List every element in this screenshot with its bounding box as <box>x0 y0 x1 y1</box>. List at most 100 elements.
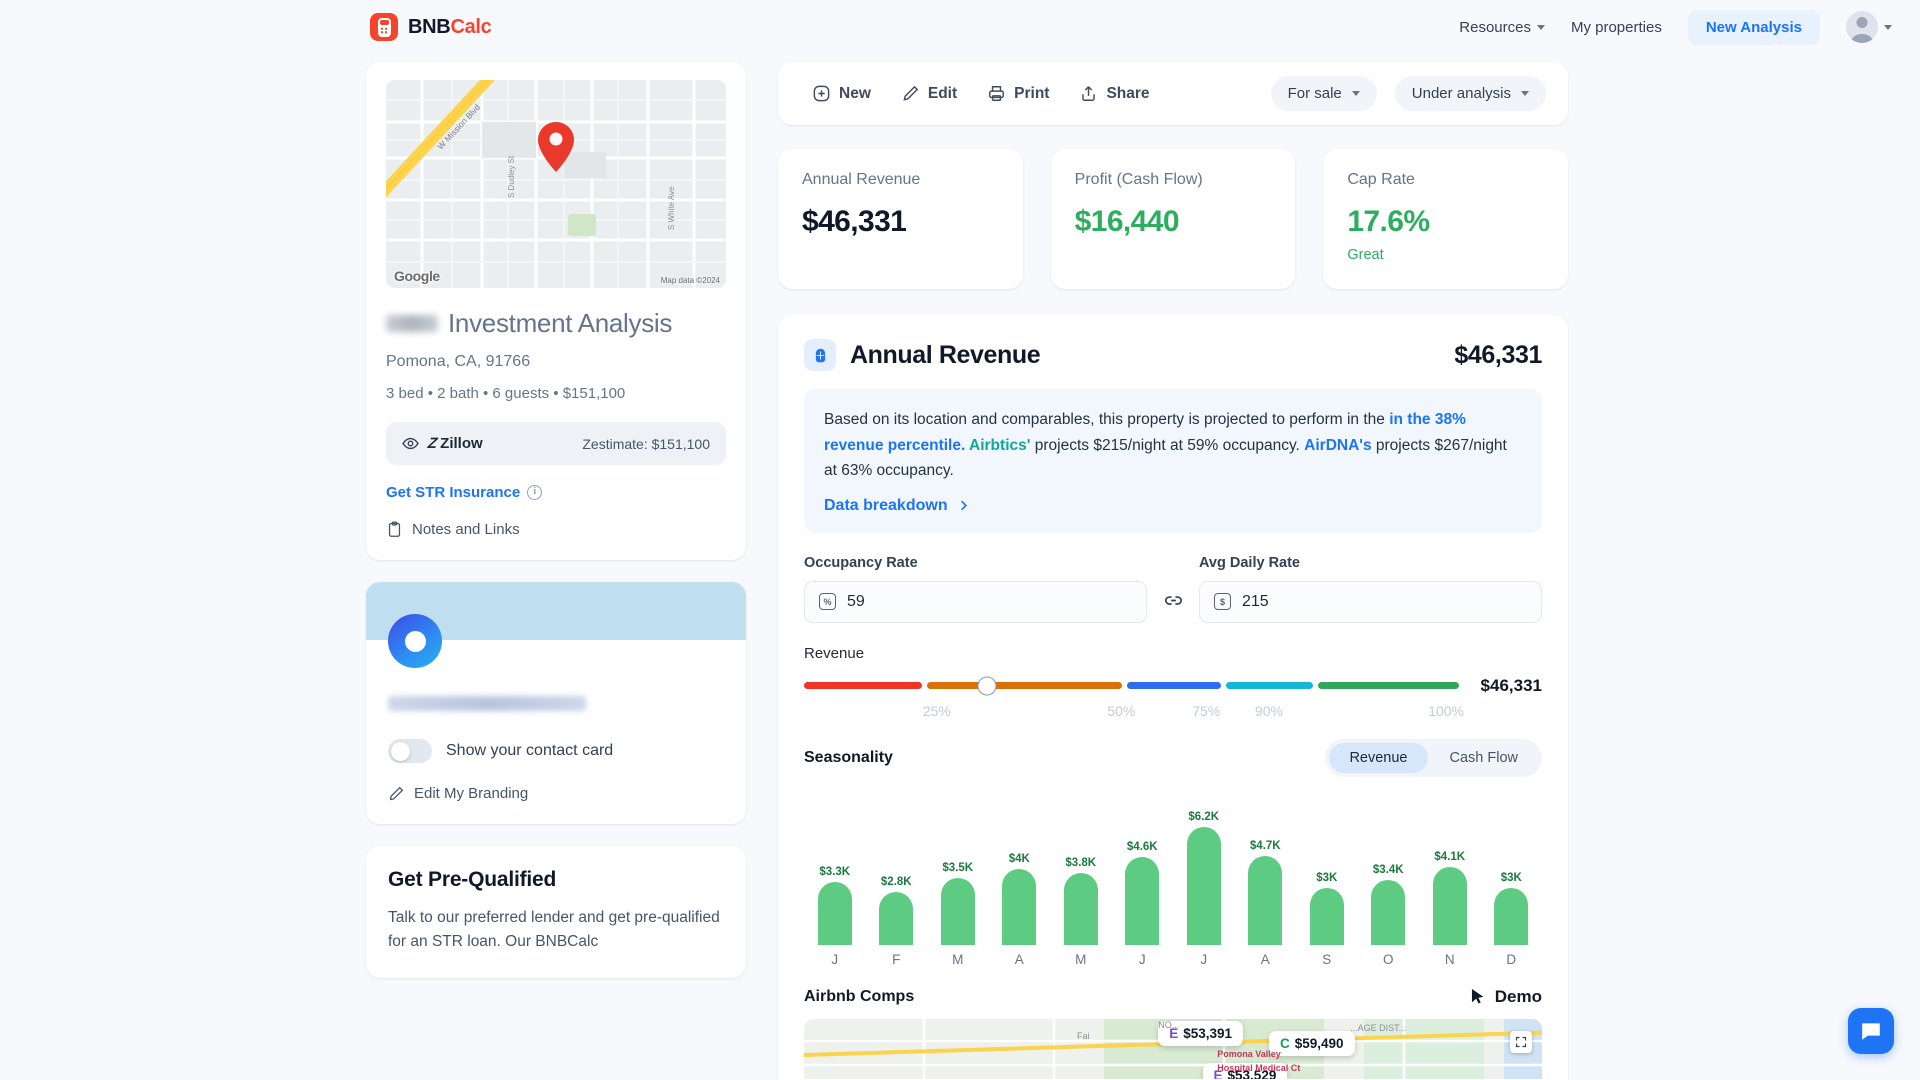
panel-header: Annual Revenue $46,331 <box>804 339 1542 371</box>
axis-label: A <box>1260 951 1270 967</box>
notes-and-links-row[interactable]: Notes and Links <box>386 521 726 538</box>
kpi-value: 17.6% <box>1347 205 1430 238</box>
bar-value-label: $3.5K <box>942 861 974 874</box>
comps-map[interactable]: E $53,391 C $59,490 E $53,529 Pomona Val… <box>804 1018 1542 1079</box>
bar[interactable] <box>940 877 975 945</box>
revenue-slider[interactable]: $46,331 <box>804 676 1542 696</box>
bar[interactable] <box>1063 872 1098 945</box>
for-sale-dropdown[interactable]: For sale <box>1270 76 1377 111</box>
axis-label: M <box>952 951 964 967</box>
seasonality-header: Seasonality Revenue Cash Flow <box>804 738 1542 777</box>
bar[interactable] <box>1309 887 1344 945</box>
axis-label: F <box>892 951 901 967</box>
toggle-label: Show your contact card <box>446 742 614 759</box>
bar[interactable] <box>1371 879 1406 945</box>
branding-card: Show your contact card Edit My Branding <box>366 582 746 824</box>
bar[interactable] <box>1125 856 1160 945</box>
bar[interactable] <box>1494 887 1529 945</box>
left-sidebar: W Mission Blvd S Dudley St S White Ave G… <box>366 62 746 1000</box>
app-header: BNBCalc Resources My properties New Anal… <box>0 0 1920 54</box>
main-content: New Edit Print Share For sale Under anal… <box>778 62 1569 1080</box>
toggle-switch[interactable] <box>388 739 432 763</box>
zillow-z-glyph: Z <box>426 435 439 452</box>
axis-label: J <box>1200 951 1208 967</box>
tab-revenue[interactable]: Revenue <box>1329 742 1428 773</box>
slider-thumb[interactable] <box>977 676 997 696</box>
nav-item-resources[interactable]: Resources <box>1459 19 1545 36</box>
page-body: W Mission Blvd S Dudley St S White Ave G… <box>0 54 1920 1080</box>
for-sale-label: For sale <box>1287 85 1342 102</box>
airbnb-comps-header: Airbnb Comps Demo <box>804 987 1542 1007</box>
slider-segment-0 <box>804 682 922 690</box>
link-icon <box>1164 595 1182 605</box>
google-watermark: Google <box>394 268 440 284</box>
under-analysis-dropdown[interactable]: Under analysis <box>1394 76 1546 111</box>
new-button[interactable]: New <box>800 78 883 109</box>
slider-track[interactable] <box>804 676 1459 696</box>
under-analysis-label: Under analysis <box>1411 85 1511 102</box>
brand-logo[interactable]: BNBCalc <box>370 13 492 41</box>
link-rates-button[interactable] <box>1147 589 1199 623</box>
bar[interactable] <box>1432 866 1467 945</box>
slider-tick: 100% <box>1428 702 1464 719</box>
bar-value-label: $4.1K <box>1434 850 1466 863</box>
zillow-row[interactable]: Z Zillow Zestimate: $151,100 <box>386 422 726 465</box>
edit-my-branding-link[interactable]: Edit My Branding <box>388 785 724 802</box>
slider-segment-2 <box>1127 682 1222 690</box>
slider-segment-3 <box>1226 682 1313 690</box>
kpi-profit-cash-flow: Profit (Cash Flow) $16,440 <box>1050 149 1296 289</box>
bar[interactable] <box>1186 826 1221 945</box>
chevron-down-icon <box>1536 24 1545 30</box>
avg-daily-rate-input[interactable]: $ 215 <box>1199 580 1542 623</box>
axis-label: A <box>1014 951 1024 967</box>
info-t1: Based on its location and comparables, t… <box>824 411 1390 428</box>
brand-text-a: BNB <box>408 15 451 38</box>
bar[interactable] <box>879 891 914 945</box>
bar-column: $3.4K <box>1358 793 1420 945</box>
print-button[interactable]: Print <box>975 78 1061 109</box>
comp-chip[interactable]: C $59,490 <box>1268 1030 1355 1056</box>
bar-column: $3.5K <box>927 793 989 945</box>
slider-tick: 75% <box>1192 702 1221 719</box>
rate-inputs: Occupancy Rate % 59 Avg Daily Rate $ 215 <box>804 555 1542 623</box>
account-menu[interactable] <box>1846 11 1892 43</box>
property-map-thumbnail[interactable]: W Mission Blvd S Dudley St S White Ave G… <box>386 80 726 288</box>
new-analysis-button[interactable]: New Analysis <box>1687 9 1820 45</box>
bar-value-label: $3.3K <box>819 865 851 878</box>
eye-icon <box>402 437 419 450</box>
data-breakdown-link[interactable]: Data breakdown <box>824 497 970 515</box>
edit-button[interactable]: Edit <box>889 78 969 109</box>
property-meta: 3 bed • 2 bath • 6 guests • $151,100 <box>386 385 626 402</box>
chevron-down-icon <box>1884 24 1892 30</box>
map-poi-label: NO... <box>1158 1019 1180 1030</box>
bar-column: $4.6K <box>1112 793 1174 945</box>
show-contact-card-toggle[interactable]: Show your contact card <box>388 739 724 763</box>
user-brand-logo-icon <box>388 614 442 668</box>
share-button[interactable]: Share <box>1067 78 1161 109</box>
fullscreen-glyph <box>1515 1036 1527 1047</box>
slider-tick: 90% <box>1254 702 1283 719</box>
axis-label: M <box>1075 951 1087 967</box>
bar[interactable] <box>1002 868 1037 945</box>
redacted-owner-name <box>386 315 438 332</box>
occupancy-rate-input[interactable]: % 59 <box>804 580 1147 623</box>
main-nav: Resources My properties New Analysis <box>1459 9 1892 45</box>
bar[interactable] <box>817 881 852 945</box>
brand-text-b: Calc <box>450 15 492 38</box>
nav-item-my-properties[interactable]: My properties <box>1571 19 1662 36</box>
avg-daily-rate-value: 215 <box>1242 592 1269 610</box>
chat-bubble-icon[interactable] <box>1848 1008 1894 1054</box>
edit-branding-label: Edit My Branding <box>414 785 529 802</box>
data-breakdown-label: Data breakdown <box>824 496 948 514</box>
map-attribution: Map data ©2024 <box>660 276 720 285</box>
fullscreen-icon[interactable] <box>1510 1030 1532 1053</box>
get-str-insurance-link[interactable]: Get STR Insurance i <box>386 484 726 501</box>
info-icon[interactable]: i <box>527 485 543 500</box>
tab-cash-flow[interactable]: Cash Flow <box>1430 743 1539 773</box>
map-poi-label: Pomona Valley <box>1217 1048 1281 1059</box>
info-hl2: Airbtics' <box>965 436 1031 454</box>
bar[interactable] <box>1248 855 1283 945</box>
revenue-slider-label: Revenue <box>804 644 865 662</box>
slider-tick: 25% <box>922 702 951 719</box>
chat-bubble-glyph <box>1862 1023 1880 1040</box>
